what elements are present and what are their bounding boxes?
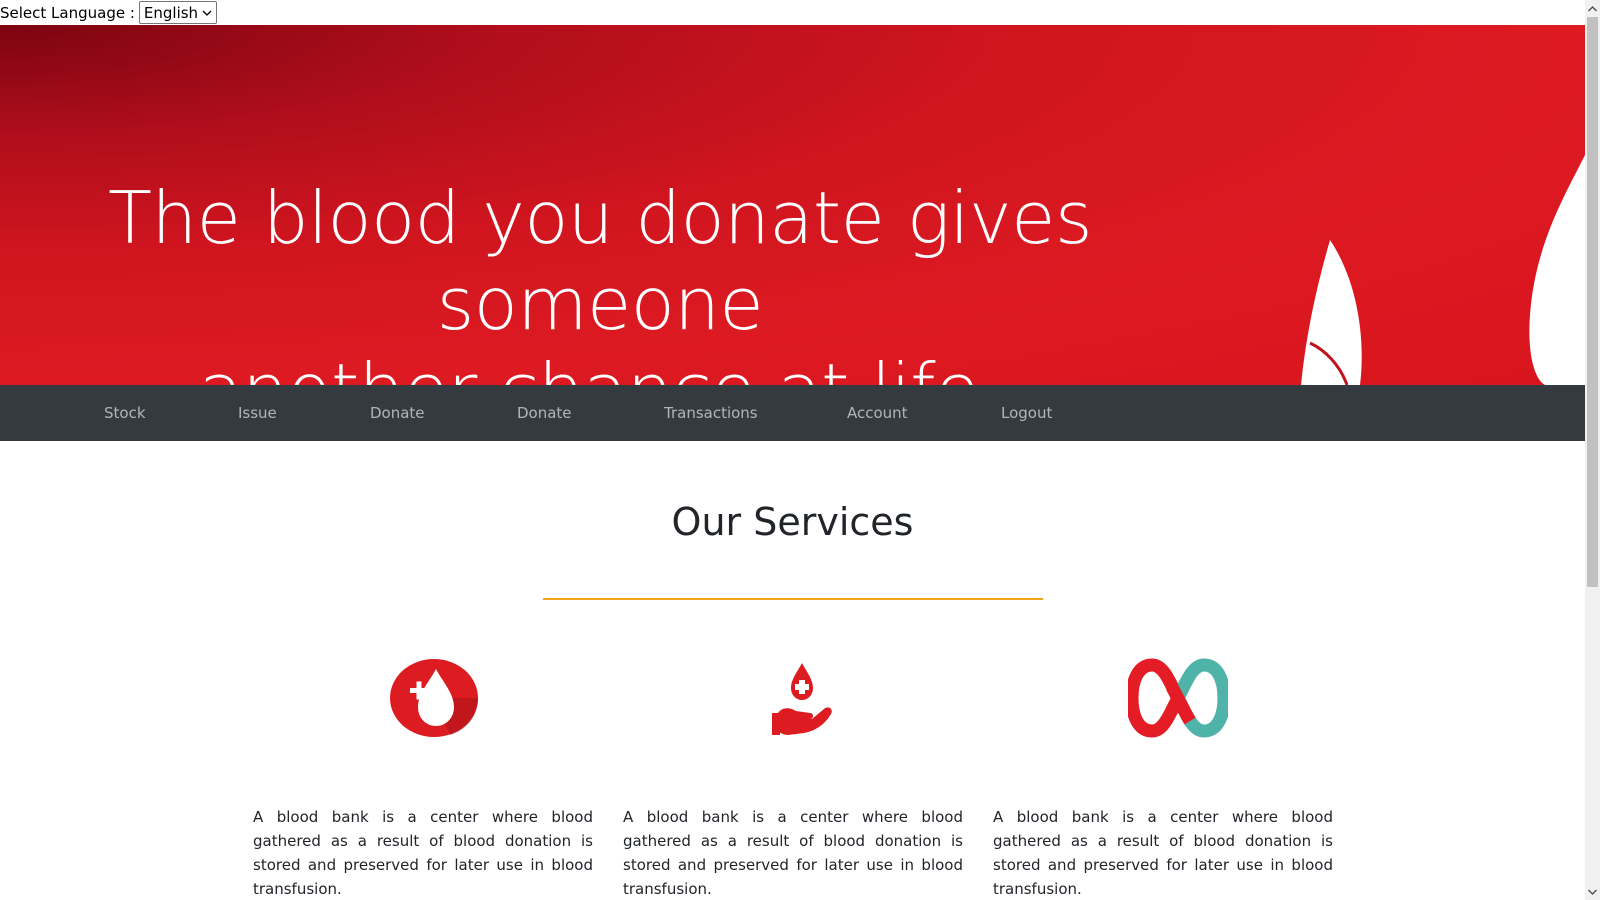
chevron-down-icon [202, 10, 212, 16]
language-bar: Select Language : English [0, 0, 218, 25]
scroll-up-arrow-icon[interactable] [1585, 0, 1600, 17]
language-select-value: English [143, 3, 199, 22]
language-label: Select Language : [0, 3, 135, 22]
vertical-scrollbar[interactable] [1585, 0, 1600, 900]
title-divider [543, 598, 1043, 600]
nav-item-logout[interactable]: Logout [1001, 385, 1052, 441]
banner-line-2: another chance at life. [0, 347, 1200, 385]
nav-item-donate-2[interactable]: Donate [517, 385, 572, 441]
language-select[interactable]: English [138, 1, 218, 24]
nav-item-donate[interactable]: Donate [370, 385, 425, 441]
scroll-thumb[interactable] [1587, 17, 1598, 587]
scroll-down-arrow-icon[interactable] [1585, 883, 1600, 900]
hand-holding-blood-drop-icon [772, 663, 832, 735]
nav-item-account[interactable]: Account [847, 385, 908, 441]
banner-line-1: The blood you donate gives someone [108, 176, 1092, 346]
services-title: Our Services [671, 500, 914, 544]
main-nav: Stock Issue Donate Donate Transactions A… [0, 385, 1585, 441]
blood-drop-plus-icon [390, 659, 478, 737]
infinity-icon [1128, 658, 1228, 738]
page: Select Language : English The blood you … [0, 0, 1600, 900]
hero-banner: The blood you donate gives someone anoth… [0, 25, 1585, 385]
blood-drop-graphic-icon [1301, 155, 1585, 385]
service-card-text-1: A blood bank is a center where blood gat… [253, 808, 593, 898]
service-card-text-3: A blood bank is a center where blood gat… [993, 808, 1333, 898]
nav-item-stock[interactable]: Stock [104, 385, 146, 441]
nav-item-issue[interactable]: Issue [238, 385, 277, 441]
banner-slogan: The blood you donate gives someone anoth… [0, 175, 1200, 385]
nav-item-transactions[interactable]: Transactions [664, 385, 758, 441]
service-card-text-2: A blood bank is a center where blood gat… [623, 808, 963, 898]
